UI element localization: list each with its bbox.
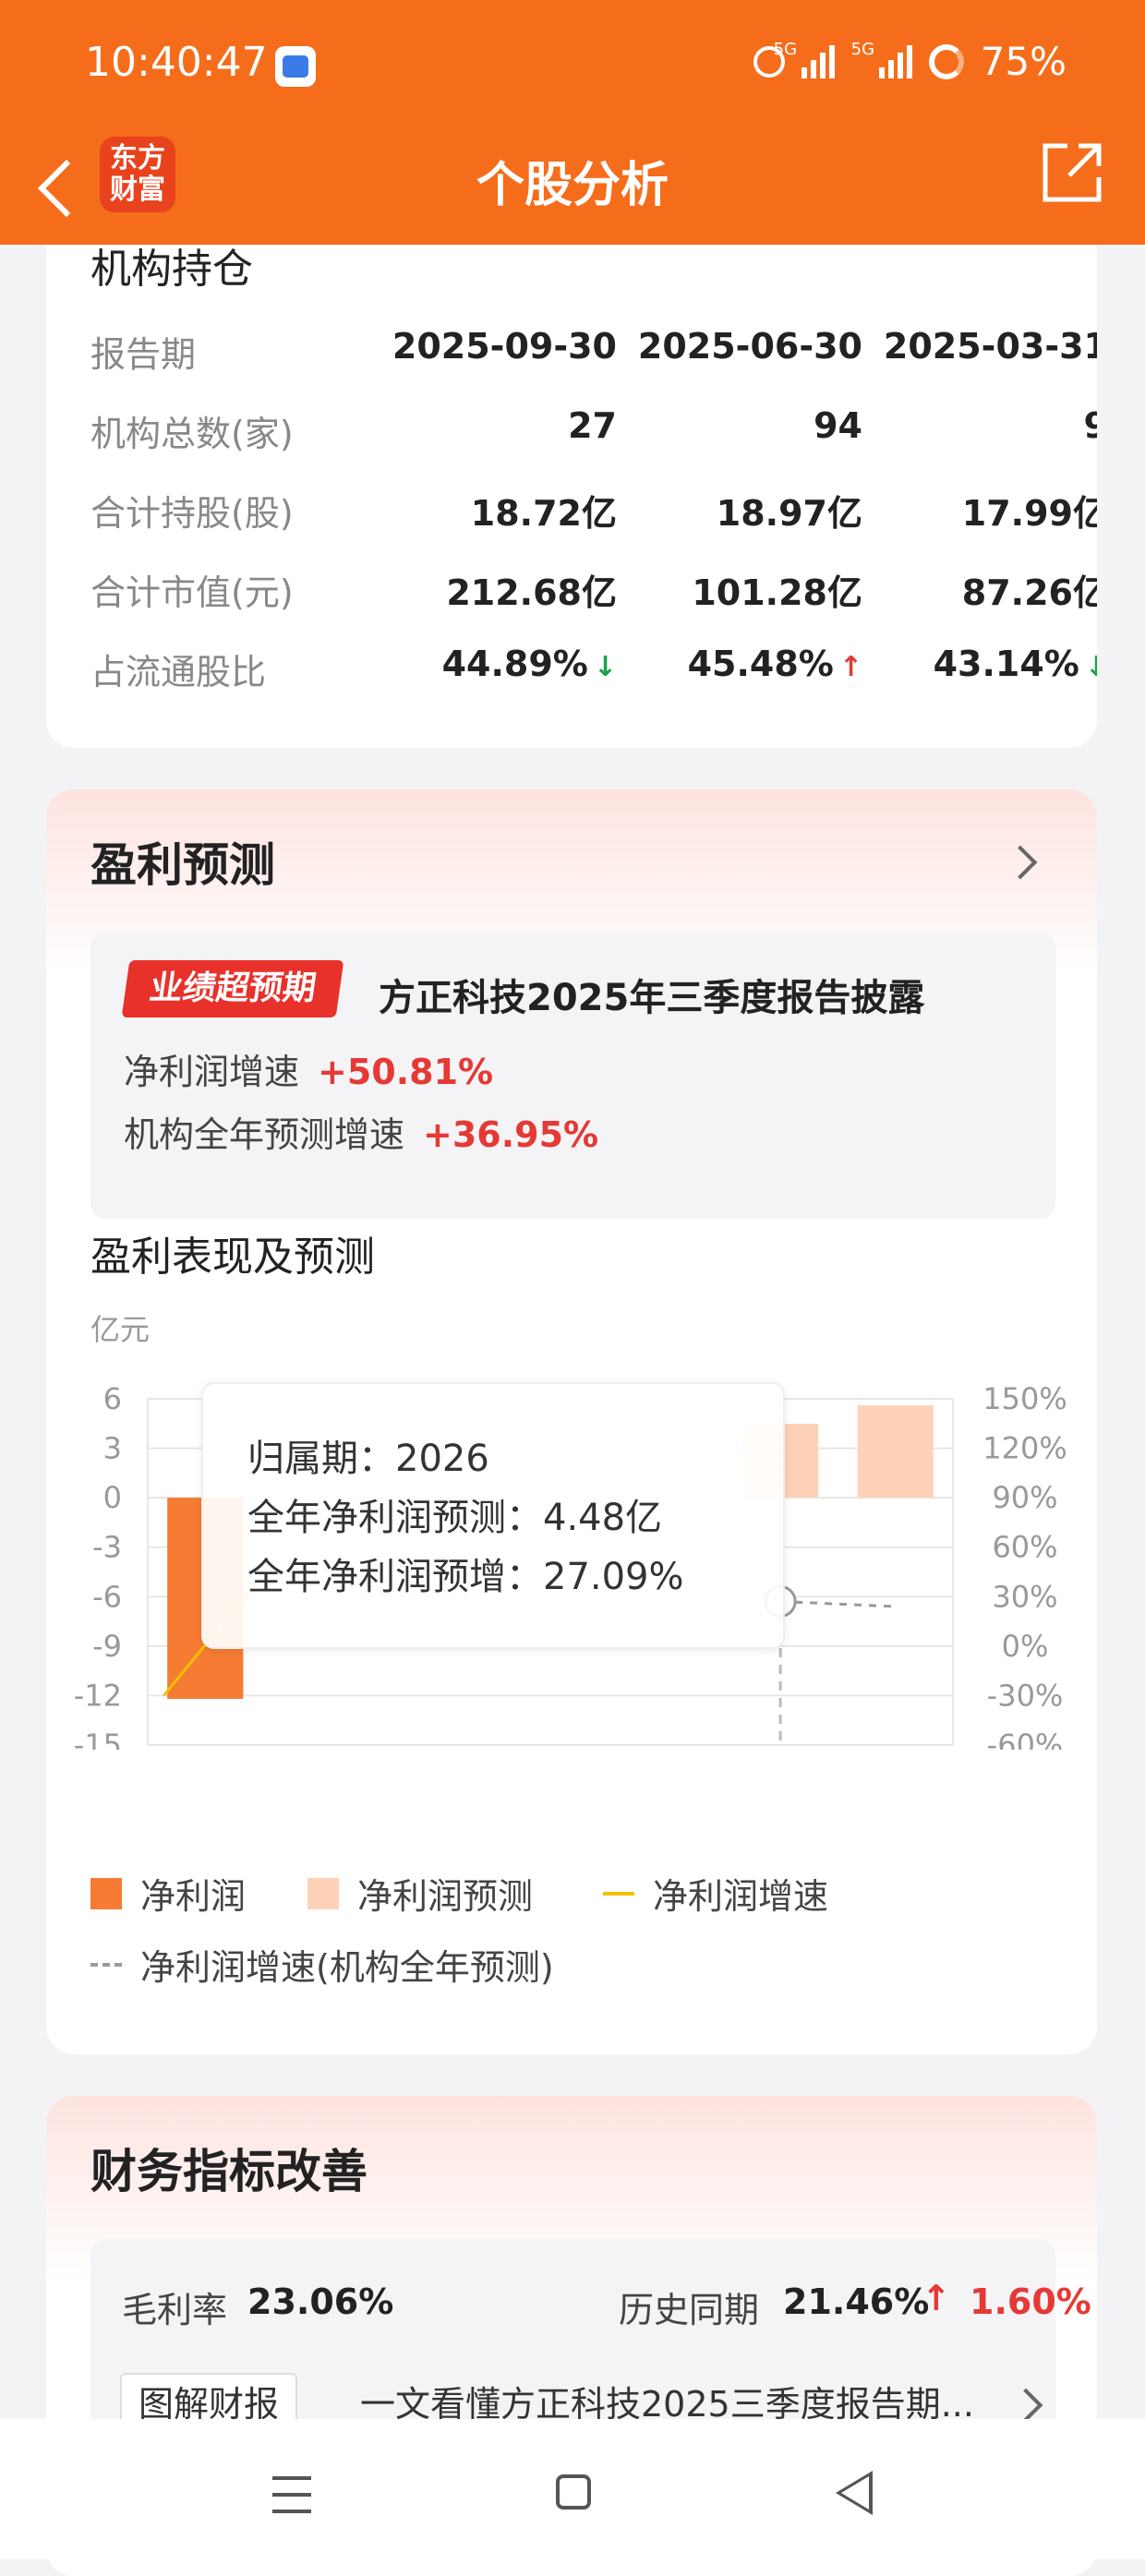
menu-icon[interactable]: [272, 2476, 311, 2513]
beat-badge: 业绩超预期: [121, 960, 344, 1017]
profit-forecast-card[interactable]: 盈利预测 业绩超预期 方正科技2025年三季度报告披露 净利润增速 +50.81%…: [46, 789, 1097, 2054]
chart-tooltip: 归属期：2026 全年净利润预测：4.48亿 全年净利润预增：27.09%: [201, 1382, 785, 1649]
beat-headline: 方正科技2025年三季度报告披露: [379, 977, 925, 1019]
status-bar: 10:40:47 5G 5G 75%: [0, 0, 1145, 138]
section-title: 盈利预测: [90, 838, 275, 892]
page-title: 个股分析: [476, 158, 669, 213]
signal-icon-2: 5G: [851, 40, 912, 78]
arrow-down-icon: ↓: [1084, 651, 1097, 683]
y2-tick-label: 60%: [992, 1530, 1057, 1565]
holdings-card: 机构持仓 报告期 2025-09-30 2025-06-30 2025-03-3…: [46, 245, 1097, 748]
y2-tick-label: 0%: [1002, 1629, 1049, 1664]
status-time: 10:40:47: [85, 39, 268, 86]
legend-net-profit-growth[interactable]: 净利润增速: [603, 1868, 828, 1919]
chart-unit: 亿元: [90, 1312, 151, 1347]
signal-icon: 5G: [774, 40, 835, 78]
inst-growth-line: 机构全年预测增速 +36.95%: [124, 1114, 599, 1155]
holdings-title: 机构持仓: [90, 246, 253, 293]
back-nav-icon[interactable]: [836, 2471, 873, 2515]
growth-forecast-line: [780, 1599, 896, 1608]
tooltip-period: 归属期：2026: [247, 1438, 489, 1480]
chart-title: 盈利表现及预测: [90, 1234, 375, 1281]
y2-tick-label: 30%: [992, 1579, 1057, 1614]
battery-icon: [928, 43, 964, 79]
net-growth-line: 净利润增速 +50.81%: [124, 1052, 494, 1092]
y-tick-label: -15: [74, 1727, 122, 1750]
share-icon[interactable]: [1040, 140, 1104, 205]
net-profit-forecast-bar: [857, 1405, 934, 1499]
holdings-row-shares: 合计持股(股) 18.72亿 18.97亿 17.99亿: [90, 493, 1097, 534]
y2-tick-label: 120%: [982, 1431, 1067, 1466]
section-title: 财务指标改善: [90, 2145, 368, 2198]
y2-tick-label: 90%: [992, 1480, 1057, 1515]
y2-tick-label: 150%: [982, 1381, 1067, 1416]
holdings-row-period: 报告期 2025-09-30 2025-06-30 2025-03-31: [90, 326, 1097, 375]
status-icons: 5G 5G 75%: [753, 39, 1067, 84]
legend-growth-forecast[interactable]: 净利润增速(机构全年预测): [90, 1939, 554, 1990]
holdings-row-mktcap: 合计市值(元) 212.68亿 101.28亿 87.26亿: [90, 572, 1097, 613]
legend-net-profit-forecast[interactable]: 净利润预测: [307, 1868, 533, 1919]
earnings-beat-box: 业绩超预期 方正科技2025年三季度报告披露 净利润增速 +50.81% 机构全年…: [90, 933, 1055, 1219]
holdings-row-float-ratio: 占流通股比 44.89% ↓ 45.48% ↑ 43.14% ↓: [90, 644, 1097, 699]
y-tick-label: 0: [103, 1480, 122, 1515]
arrow-up-icon: ↑: [922, 2278, 951, 2318]
history-label: 历史同期: [619, 2290, 760, 2330]
top-bar: 10:40:47 5G 5G 75% 东方 财富 个股分析: [0, 0, 1145, 245]
y2-tick-label: -30%: [987, 1678, 1064, 1713]
system-nav-bar: [0, 2419, 1145, 2559]
tooltip-profit: 全年净利润预测：4.48亿: [247, 1497, 663, 1539]
gross-margin-value: 23.06%: [247, 2281, 394, 2322]
y-tick-label: -3: [92, 1530, 122, 1565]
legend-net-profit[interactable]: 净利润: [90, 1868, 246, 1919]
history-value: 21.46%: [783, 2281, 930, 2322]
y-tick-label: 3: [103, 1431, 122, 1466]
battery-level: 75%: [980, 39, 1067, 84]
y-tick-label: -9: [92, 1629, 122, 1664]
y2-tick-label: -60%: [987, 1727, 1064, 1750]
ai-app-icon: [275, 46, 316, 87]
home-icon[interactable]: [556, 2474, 591, 2510]
chevron-right-icon[interactable]: [1008, 2388, 1043, 2423]
gross-margin-label: 毛利率: [122, 2290, 228, 2330]
y-tick-label: -12: [74, 1678, 122, 1713]
y-tick-label: 6: [103, 1381, 122, 1416]
y-tick-label: -6: [92, 1579, 122, 1614]
tooltip-growth: 全年净利润预增：27.09%: [247, 1556, 684, 1598]
holdings-row-count: 机构总数(家) 27 94 9: [90, 405, 1097, 454]
change-value: 1.60%: [970, 2281, 1091, 2322]
